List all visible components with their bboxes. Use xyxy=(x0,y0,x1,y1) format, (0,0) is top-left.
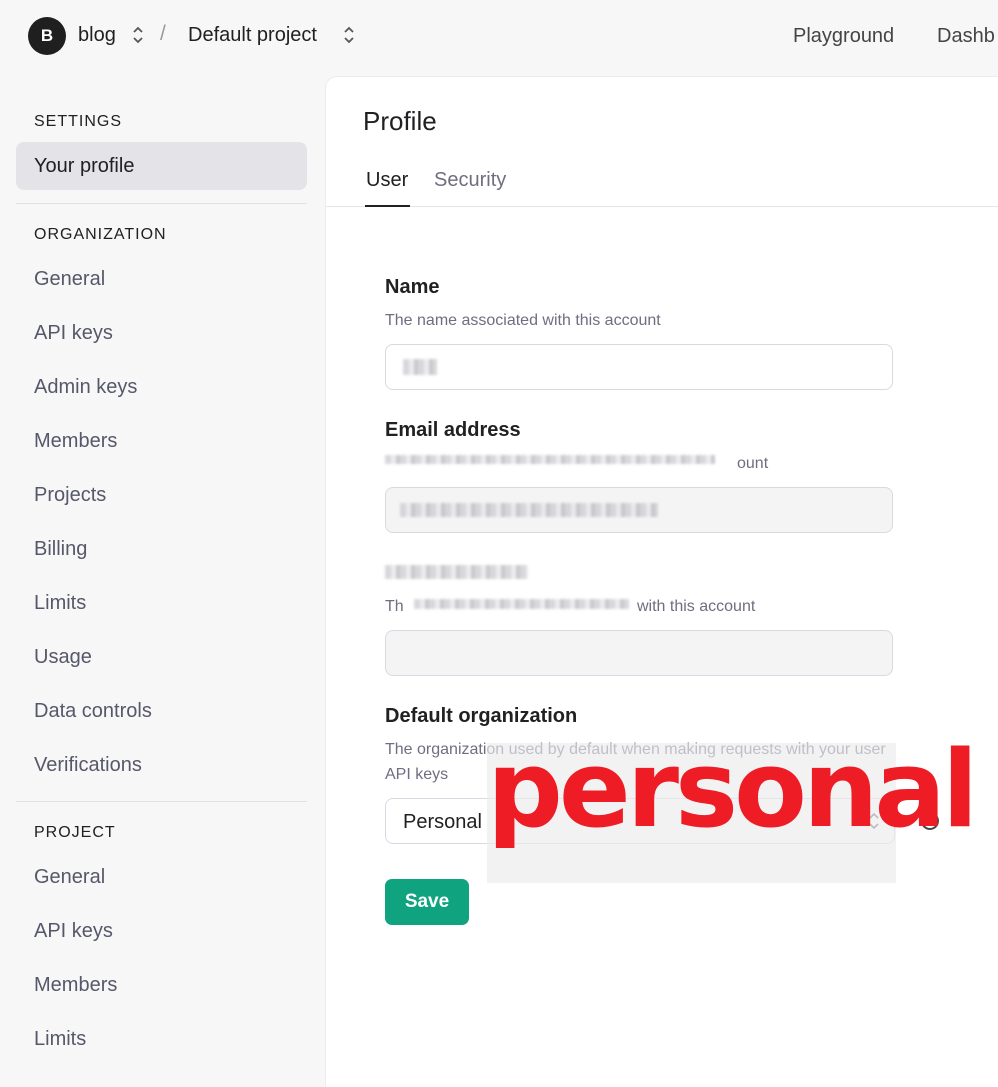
tab-user[interactable]: User xyxy=(366,169,408,192)
playground-link[interactable]: Playground xyxy=(793,25,894,48)
organization-heading: ORGANIZATION xyxy=(34,226,167,243)
settings-sidebar: SETTINGS Your profile ORGANIZATION Gener… xyxy=(0,72,325,1074)
phone-description-head: Th xyxy=(385,598,404,615)
sidebar-item-usage[interactable]: Usage xyxy=(34,646,92,669)
name-field[interactable] xyxy=(385,344,893,390)
sidebar-divider xyxy=(16,203,307,204)
tab-divider xyxy=(326,206,998,207)
redacted-phone-description xyxy=(414,599,629,609)
sidebar-item-org-general[interactable]: General xyxy=(34,268,105,291)
sidebar-item-verifications[interactable]: Verifications xyxy=(34,754,142,777)
sidebar-item-data-controls[interactable]: Data controls xyxy=(34,700,152,723)
email-description-tail: ount xyxy=(737,455,769,472)
tab-security[interactable]: Security xyxy=(434,169,506,192)
sidebar-item-billing[interactable]: Billing xyxy=(34,538,87,561)
sidebar-item-projects[interactable]: Projects xyxy=(34,484,106,507)
redacted-email-description xyxy=(385,455,715,464)
annotation-text: personal xyxy=(487,728,978,851)
active-tab-indicator xyxy=(365,205,410,207)
phone-field[interactable] xyxy=(385,630,893,676)
redacted-email-value xyxy=(400,503,658,517)
page-title: Profile xyxy=(363,106,437,136)
name-description: The name associated with this account xyxy=(385,312,661,329)
phone-description-tail: with this account xyxy=(637,598,756,615)
org-avatar[interactable]: B xyxy=(28,17,66,55)
profile-panel: Profile User Security Name The name asso… xyxy=(325,76,998,1087)
project-heading: PROJECT xyxy=(34,824,116,841)
save-button[interactable]: Save xyxy=(385,879,469,925)
settings-heading: SETTINGS xyxy=(34,113,123,130)
top-bar: B blog / Default project Playground Dash… xyxy=(0,0,998,72)
sidebar-item-project-limits[interactable]: Limits xyxy=(34,1028,86,1051)
dashboard-link[interactable]: Dashb xyxy=(937,25,995,48)
sidebar-item-org-members[interactable]: Members xyxy=(34,430,117,453)
sidebar-item-admin-keys[interactable]: Admin keys xyxy=(34,376,137,399)
email-label: Email address xyxy=(385,419,521,441)
project-switcher[interactable]: Default project xyxy=(188,24,317,47)
name-label: Name xyxy=(385,276,440,298)
redacted-name-text xyxy=(403,359,437,375)
chevron-up-down-icon[interactable] xyxy=(131,24,145,46)
sidebar-item-project-api-keys[interactable]: API keys xyxy=(34,920,113,943)
email-field[interactable] xyxy=(385,487,893,533)
sidebar-item-org-api-keys[interactable]: API keys xyxy=(34,322,113,345)
default-org-label: Default organization xyxy=(385,705,578,727)
sidebar-item-project-members[interactable]: Members xyxy=(34,974,117,997)
org-switcher[interactable]: blog xyxy=(78,24,116,47)
chevron-up-down-icon[interactable] xyxy=(342,24,356,46)
sidebar-item-org-limits[interactable]: Limits xyxy=(34,592,86,615)
default-org-selected-value: Personal xyxy=(403,811,482,833)
redacted-phone-label xyxy=(385,565,528,579)
sidebar-item-your-profile[interactable]: Your profile xyxy=(34,155,134,178)
sidebar-divider xyxy=(16,801,307,802)
breadcrumb-separator: / xyxy=(160,22,166,45)
sidebar-item-project-general[interactable]: General xyxy=(34,866,105,889)
